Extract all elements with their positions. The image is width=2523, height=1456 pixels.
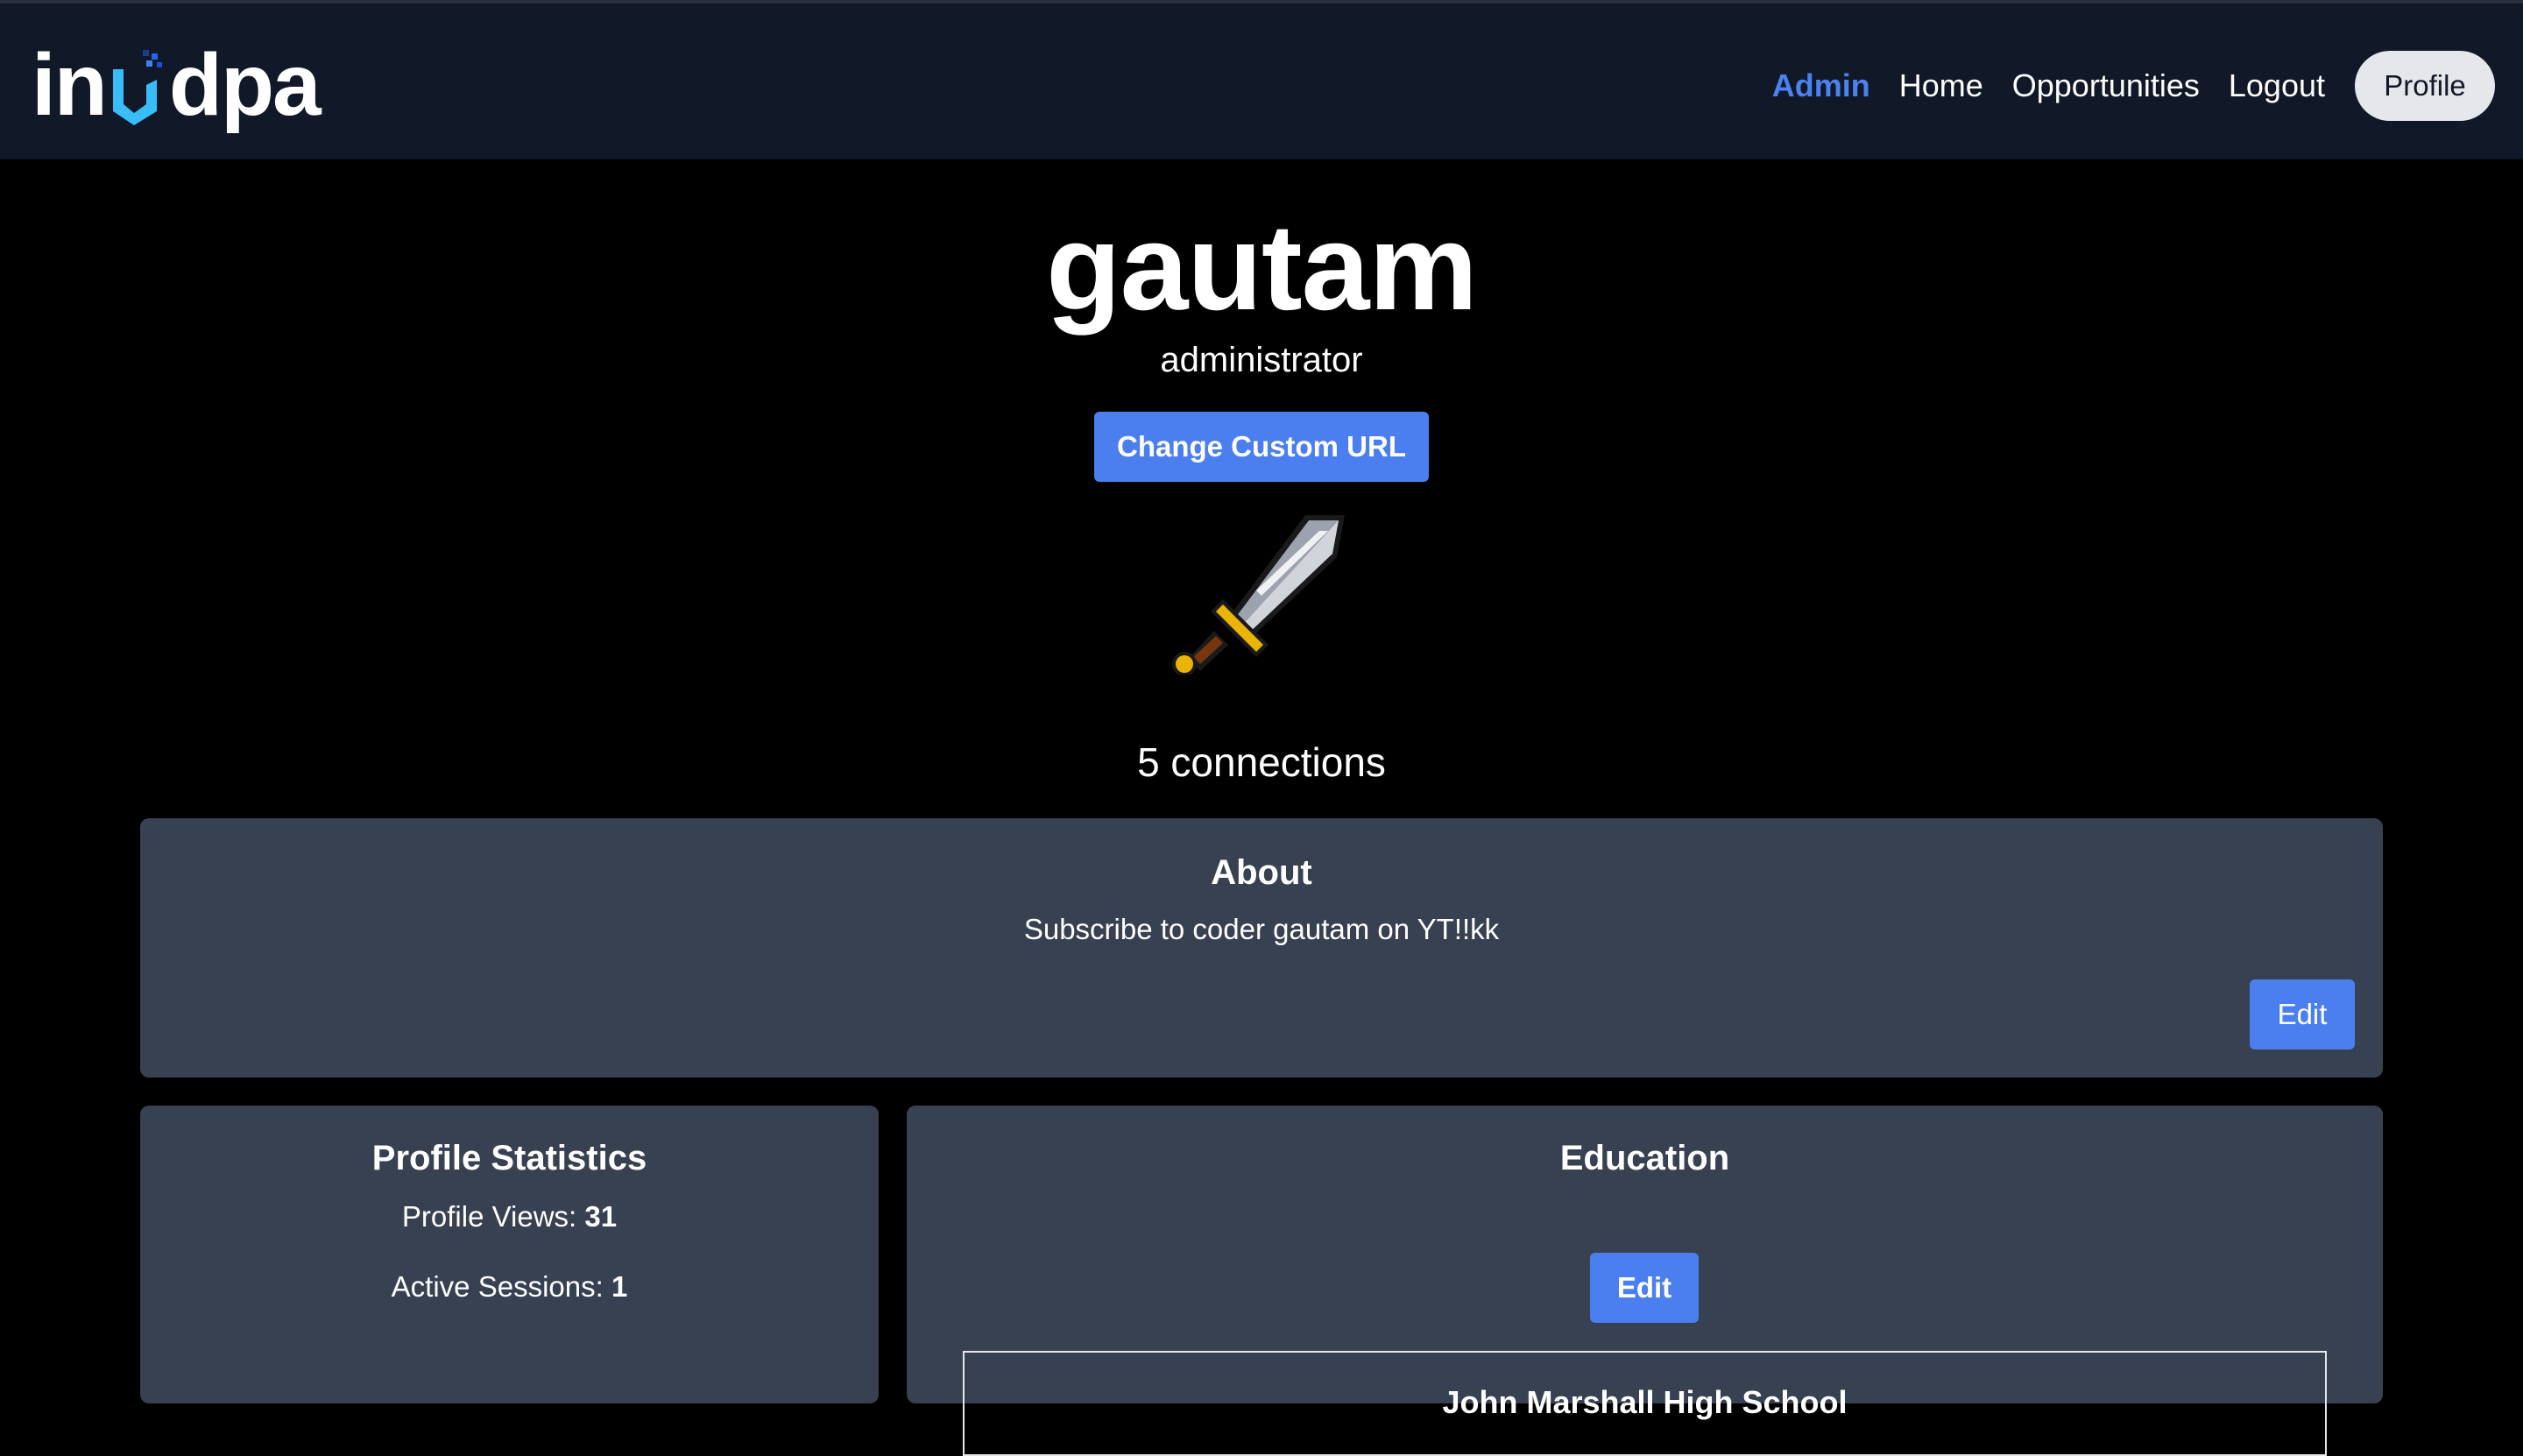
nav-link-home[interactable]: Home	[1899, 67, 1983, 104]
about-title: About	[1211, 853, 1312, 892]
profile-views-stat: Profile Views: 31	[140, 1200, 879, 1233]
top-navbar: in dpa Admin Home Opportunities Logout P…	[0, 0, 2523, 159]
education-edit-button[interactable]: Edit	[1590, 1253, 1699, 1323]
sword-icon	[1165, 508, 1358, 676]
profile-button[interactable]: Profile	[2355, 51, 2495, 121]
about-card: About Subscribe to coder gautam on YT!!k…	[140, 818, 2383, 1078]
education-school-name: John Marshall High School	[1442, 1384, 1848, 1420]
change-custom-url-button[interactable]: Change Custom URL	[1094, 412, 1429, 482]
logo-mark-icon	[108, 50, 167, 131]
education-entry: John Marshall High School	[963, 1351, 2327, 1456]
nav-link-admin[interactable]: Admin	[1772, 67, 1870, 104]
profile-views-label: Profile Views:	[401, 1200, 585, 1233]
logo-text-left: in	[32, 36, 108, 134]
logo-text-right: dpa	[168, 36, 322, 134]
app-logo[interactable]: in dpa	[32, 36, 322, 134]
education-card: Education Edit John Marshall High School	[907, 1106, 2383, 1456]
profile-role: administrator	[1160, 341, 1363, 379]
profile-statistics-title: Profile Statistics	[371, 1139, 647, 1177]
active-sessions-value: 1	[611, 1270, 628, 1303]
nav-link-opportunities[interactable]: Opportunities	[2012, 67, 2200, 104]
profile-views-value: 31	[584, 1200, 618, 1233]
education-title: Education	[1559, 1139, 1730, 1177]
profile-statistics-card: Profile Statistics Profile Views: 31 Act…	[140, 1106, 879, 1403]
about-edit-button[interactable]: Edit	[2250, 979, 2355, 1050]
connections-count[interactable]: 5 connections	[0, 736, 2523, 788]
about-text: Subscribe to coder gautam on YT!!kk	[1023, 913, 1500, 945]
nav-link-logout[interactable]: Logout	[2229, 67, 2325, 104]
active-sessions-label: Active Sessions:	[391, 1270, 611, 1303]
nav-links: Admin Home Opportunities Logout Profile	[1743, 51, 2495, 121]
profile-username: gautam	[1046, 198, 1478, 336]
active-sessions-stat: Active Sessions: 1	[140, 1270, 879, 1304]
